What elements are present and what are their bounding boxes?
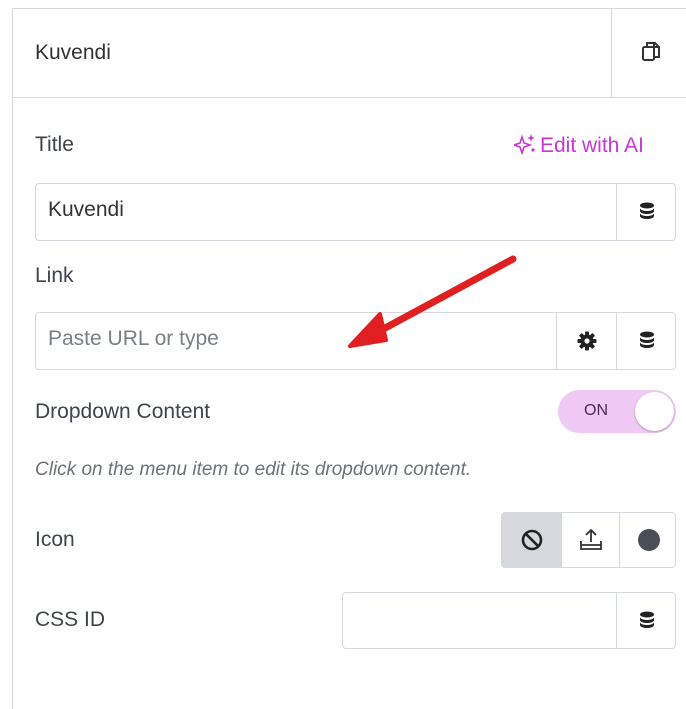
- copy-icon[interactable]: [635, 37, 665, 67]
- css-id-input[interactable]: [342, 592, 676, 649]
- edit-with-ai-label: Edit with AI: [540, 134, 644, 157]
- link-input[interactable]: Paste URL or type: [35, 312, 676, 370]
- title-input[interactable]: Kuvendi: [35, 183, 676, 241]
- link-options-button[interactable]: [556, 313, 616, 369]
- upload-icon: [579, 528, 602, 550]
- item-header[interactable]: Kuvendi: [13, 9, 686, 98]
- link-placeholder: Paste URL or type: [48, 327, 219, 350]
- circle-icon: [637, 529, 660, 551]
- edit-with-ai-link[interactable]: Edit with AI: [511, 133, 644, 158]
- dropdown-hint: Click on the menu item to edit its dropd…: [35, 459, 472, 480]
- link-dynamic-tags-button[interactable]: [616, 313, 676, 369]
- gear-icon: [577, 331, 596, 351]
- dropdown-content-toggle[interactable]: ON: [558, 390, 676, 433]
- header-divider: [611, 9, 612, 97]
- database-icon: [639, 331, 654, 348]
- item-title: Kuvendi: [35, 41, 111, 64]
- css-id-label: CSS ID: [35, 608, 106, 631]
- icon-choice-group: [501, 512, 676, 568]
- database-icon: [639, 611, 654, 628]
- icon-label: Icon: [35, 528, 75, 551]
- title-label: Title: [35, 133, 74, 156]
- icon-option-icon[interactable]: [619, 513, 675, 567]
- icon-option-upload[interactable]: [561, 513, 619, 567]
- icon-option-none[interactable]: [502, 513, 561, 567]
- toggle-state-text: ON: [584, 402, 608, 419]
- dropdown-content-label: Dropdown Content: [35, 400, 211, 423]
- sparkle-icon: [511, 134, 535, 156]
- link-label: Link: [35, 264, 74, 287]
- title-value: Kuvendi: [48, 198, 124, 221]
- toggle-knob: [635, 392, 674, 431]
- none-icon: [521, 529, 542, 551]
- css-id-dynamic-tags-button[interactable]: [616, 593, 676, 648]
- database-icon: [639, 202, 654, 219]
- title-dynamic-tags-button[interactable]: [616, 184, 676, 240]
